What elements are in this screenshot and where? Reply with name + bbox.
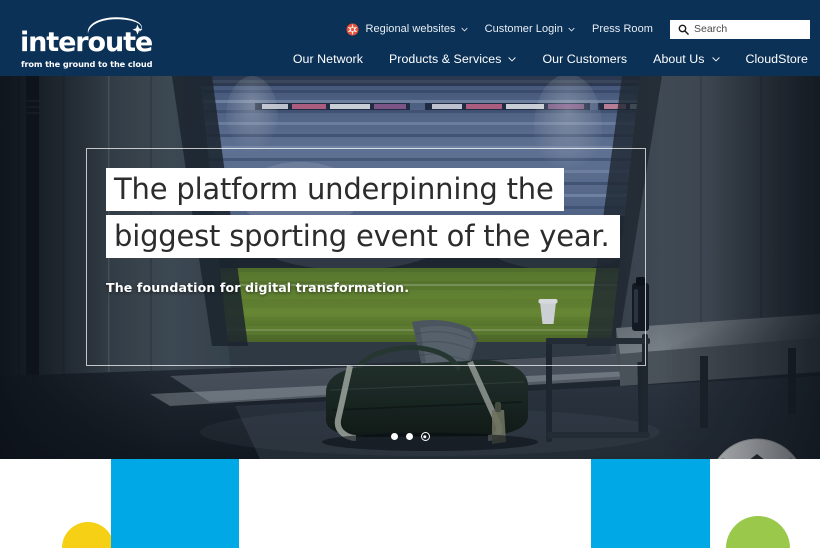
nav-item-our-network[interactable]: Our Network — [293, 52, 363, 66]
hero-subtitle: The foundation for digital transformatio… — [106, 280, 410, 295]
nav-item-products-services[interactable]: Products & Services — [389, 52, 517, 66]
carousel-dot-1[interactable] — [390, 433, 398, 440]
hero-headline-line-2: biggest sporting event of the year. — [106, 215, 620, 258]
page-root: interoute from the ground to the cloud R… — [0, 0, 820, 548]
utility-link-label: Customer Login — [484, 23, 563, 35]
nav-item-our-customers[interactable]: Our Customers — [542, 52, 627, 66]
nav-item-about-us[interactable]: About Us — [653, 52, 720, 66]
hero-headline-line-1: The platform underpinning the — [106, 168, 564, 211]
site-logo[interactable]: interoute from the ground to the cloud — [20, 16, 153, 69]
chevron-down-icon — [508, 57, 517, 62]
blue-block-left — [111, 459, 239, 548]
nav-item-cloudstore[interactable]: CloudStore — [746, 52, 809, 66]
utility-link-regional-websites[interactable]: Regional websites — [365, 23, 468, 35]
utility-link-label: Regional websites — [365, 23, 456, 35]
chevron-down-icon — [711, 57, 720, 62]
blue-block-right — [591, 459, 710, 548]
hero-carousel: The platform underpinning the biggest sp… — [0, 76, 820, 459]
carousel-dot-3[interactable] — [420, 432, 430, 441]
search-input[interactable] — [694, 23, 802, 35]
utility-link-customer-login[interactable]: Customer Login — [485, 23, 575, 35]
utility-bar: Regional websites Customer Login Press R… — [346, 18, 812, 40]
utility-link-label: Press Room — [591, 23, 653, 35]
nav-item-label: About Us — [653, 52, 705, 66]
regional-globe-icon[interactable] — [346, 23, 359, 36]
utility-link-press-room[interactable]: Press Room — [592, 23, 653, 35]
chevron-down-icon — [568, 27, 575, 31]
nav-item-label: Products & Services — [388, 52, 502, 66]
main-navigation: Our Network Products & Services Our Cust… — [267, 49, 808, 69]
chevron-down-icon — [461, 27, 468, 31]
below-fold-section — [0, 459, 820, 548]
nav-item-label: Our Customers — [542, 52, 628, 66]
logo-tagline: from the ground to the cloud — [21, 59, 153, 69]
nav-item-label: Our Network — [292, 52, 363, 66]
nav-item-label: CloudStore — [745, 52, 808, 66]
carousel-dots — [0, 432, 820, 441]
logo-wordmark: interoute — [20, 27, 153, 58]
green-circle — [726, 516, 790, 548]
site-header: interoute from the ground to the cloud R… — [0, 0, 820, 76]
search-box[interactable] — [670, 19, 810, 39]
carousel-dot-2[interactable] — [405, 433, 413, 440]
search-icon — [678, 24, 689, 35]
hero-copy: The platform underpinning the biggest sp… — [106, 168, 626, 295]
yellow-circle — [62, 522, 114, 548]
below-fold-shapes — [62, 459, 790, 548]
